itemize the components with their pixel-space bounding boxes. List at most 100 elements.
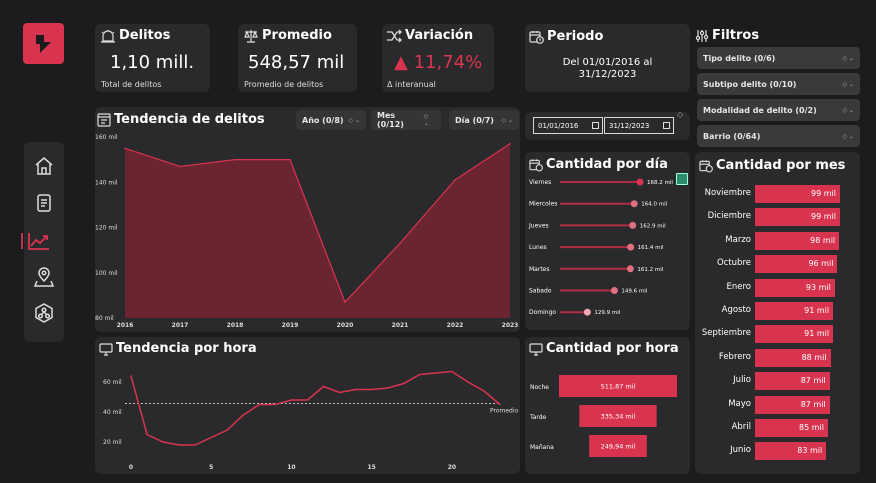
tendencia-hora-chart: 20 mil 40 mil 60 mil Promedio 0 5 10 15 20 [103,370,519,471]
y-tick-label: 160 mil [95,134,118,141]
map-pin-icon[interactable] [33,266,55,288]
data-point [210,436,212,439]
cantidad-hora-title: Cantidad por hora [546,341,679,356]
data-point [146,433,148,436]
x-tick-label: 2021 [392,322,409,329]
kpi-delitos-card: Delitos 1,10 mill. Total de delitos [95,24,210,92]
x-tick-label: 2018 [227,322,244,329]
nav-rail [21,142,64,342]
data-point [226,429,228,431]
slicer-anio[interactable]: Año (0/8) ◇ ⌄ [296,110,366,130]
x-tick-label: 0 [129,464,133,471]
document-icon[interactable] [33,192,55,214]
day-label: Domingo [529,309,556,316]
day-label: Miercoles [529,201,557,208]
day-dot [627,243,635,251]
data-point [344,301,346,303]
calendar-clock-icon [529,30,544,44]
data-point [290,399,293,401]
x-tick-label: 2017 [172,322,189,329]
data-point [322,385,325,388]
day-label: Jueves [528,222,549,229]
day-label: Martes [529,266,550,273]
slicer-mes[interactable]: Mes (0/12) ◇ ⌄ [371,110,441,130]
periodo-line2: 31/12/2023 [578,69,637,80]
hour-line [130,370,501,446]
calendar-clock-icon [529,158,543,171]
month-label: Noviembre [704,188,751,198]
data-point [499,403,501,406]
x-tick-label: 2023 [502,322,519,329]
data-point [130,375,132,377]
month-row: Octubre 96 mil [695,254,845,274]
periodo-title: Periodo [547,29,604,44]
cantidad-dia-chart: Viernes 168.2 mil Miercoles 164.0 mil Jueves… [528,178,673,316]
month-label: Enero [726,281,752,292]
kpi-promedio-card: Promedio 548,57 mil Promedio de delitos [238,24,357,92]
month-bar: 87 mil [755,372,830,391]
data-point [399,242,401,245]
cantidad-mes-title: Cantidad por mes [716,158,846,173]
day-value-label: 149.6 mil [621,289,647,295]
cantidad-mes-card: Cantidad por mes Noviembre 99 mil Diciembr… [695,152,860,474]
day-label: Sabado [529,288,552,295]
filter-tipo-delito[interactable]: Tipo delito (0/6) ◇ ⌄ [697,47,860,69]
month-bar: 85 mil [755,419,828,437]
eraser-icon[interactable]: ◇ [677,110,683,119]
cantidad-mes-chart: Noviembre 99 mil Diciembre 99 mil Marzo 98 mi… [695,184,860,469]
month-bar: 99 mil [755,208,840,227]
month-label: Julio [733,375,751,386]
slicer-dia[interactable]: Día (0/7) ◇ ⌄ [449,110,519,130]
month-label: Agosto [721,305,751,315]
month-bar: 83 mil [755,442,827,461]
sliders-icon [695,29,709,42]
date-from-input[interactable]: 01/01/2016 [533,117,603,134]
data-point [338,391,341,394]
day-dot [610,287,618,294]
x-tick-label: 20 [448,464,456,471]
x-tick-label: 2022 [447,322,464,329]
filtros-title: Filtros [712,28,760,43]
day-value-label: 164.0 mil [641,202,667,208]
month-label: Octubre [716,258,751,269]
data-point [454,179,456,181]
kpi-variacion-sub: Δ interanual [387,80,436,89]
data-point [258,403,261,406]
shuffle-icon [387,29,402,42]
data-point [467,381,469,383]
kpi-delitos-value: 1,10 mill. [110,52,195,73]
month-row: Marzo 98 mil [695,231,845,251]
month-bar: 98 mil [755,231,840,250]
day-dot [629,221,637,229]
trend-chart-icon[interactable] [21,230,51,252]
filter-subtipo-delito[interactable]: Subtipo delito (0/10) ◇ ⌄ [697,73,860,95]
eraser-chevron-icon: ◇ ⌄ [842,80,854,88]
day-value-label: 161.4 mil [638,245,664,251]
network-icon[interactable] [33,302,55,324]
filter-barrio[interactable]: Barrio (0/64) ◇ ⌄ [697,125,860,147]
date-to-input[interactable]: 31/12/2023 [604,117,674,134]
data-point [162,441,164,443]
eraser-chevron-icon: ◇ ⌄ [842,106,854,114]
day-dot [626,265,634,273]
data-point [419,373,421,376]
month-bar: 96 mil [755,255,838,274]
y-tick-label: 140 mil [95,179,118,186]
tendencia-hora-title: Tendencia por hora [116,341,257,356]
home-icon[interactable] [33,155,55,177]
app-logo [23,23,64,64]
tendencia-delitos-chart: 80 mil 100 mil 120 mil 140 mil 160 mil 2016 20… [95,134,519,329]
filter-modalidad[interactable]: Modalidad de delito (0/2) ◇ ⌄ [697,99,860,121]
data-point [306,399,309,401]
kpi-delitos-sub: Total de delitos [101,80,162,89]
monitor-icon [99,342,113,356]
data-point [386,387,389,389]
shift-label: Mañana [530,444,554,451]
shift-value-label: 249,94 mil [601,443,636,451]
month-row: Abril 85 mil [695,418,845,438]
x-tick-label: 2016 [117,322,134,329]
month-bar: 93 mil [755,278,835,297]
average-label: Promedio [490,407,519,414]
cantidad-hora-card: Cantidad por hora Noche 511,87 mil Tarde 33… [525,337,690,474]
data-point [483,390,485,392]
